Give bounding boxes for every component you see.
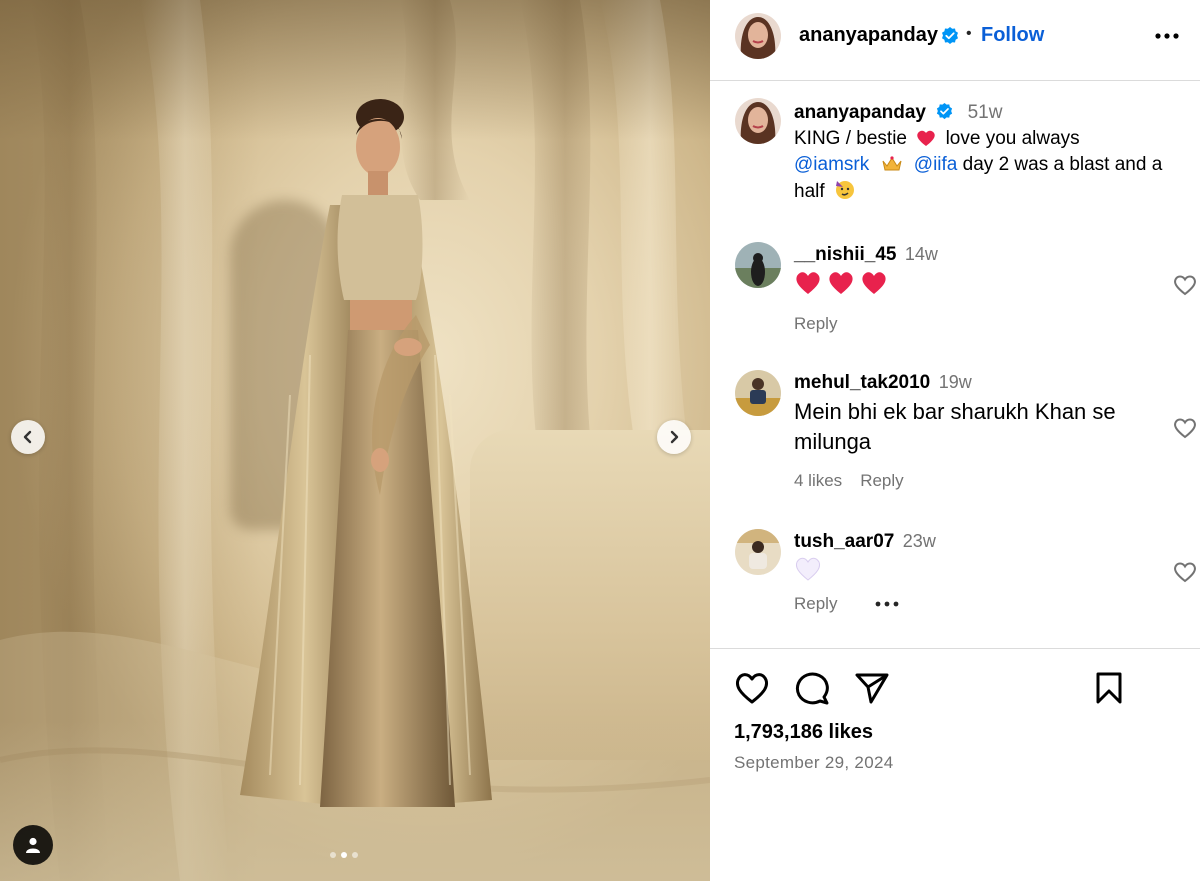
reply-button[interactable]: Reply (794, 594, 837, 614)
carousel-dot-active (341, 852, 347, 858)
chevron-right-icon (670, 430, 679, 444)
avatar-image (735, 370, 781, 416)
avatar-image (735, 13, 781, 59)
comment-likes-count[interactable]: 4 likes (794, 471, 842, 491)
comment-timestamp: 19w (938, 372, 972, 392)
post-details-panel: ananyapanday • Follow ananyapanday 51w K… (710, 0, 1200, 881)
comment-body: __nishii_45 14w Reply (794, 244, 1139, 334)
comment-text: Mein bhi ek bar sharukh Khan se milunga (794, 399, 1116, 454)
author-avatar[interactable] (735, 98, 781, 144)
verified-badge-icon (937, 102, 953, 120)
comment-text (794, 270, 1139, 300)
tagged-users-button[interactable] (13, 825, 53, 865)
more-horizontal-icon[interactable] (875, 600, 901, 608)
likes-count[interactable]: 1,793,186 likes (734, 721, 873, 744)
post-date[interactable]: September 29, 2024 (734, 753, 893, 773)
post-actions: 1,793,186 likes September 29, 2024 (710, 648, 1200, 881)
carousel-dot (352, 852, 358, 858)
post-media[interactable] (0, 0, 710, 881)
comment-meta: Reply (794, 594, 1139, 614)
caption-text: ananyapanday 51w KING / bestie love you … (794, 100, 1189, 205)
comment-timestamp: 23w (902, 531, 936, 551)
comment-body: mehul_tak2010 19w Mein bhi ek bar sharuk… (794, 372, 1139, 491)
share-icon[interactable] (854, 671, 890, 705)
header-separator: • (966, 25, 972, 42)
red-heart-icon (796, 272, 886, 294)
comment-text (794, 556, 1139, 584)
reply-button[interactable]: Reply (860, 471, 903, 491)
chevron-left-icon (23, 430, 32, 444)
next-slide-button[interactable] (657, 420, 691, 454)
comment-body: tush_aar07 23w Reply (794, 531, 1139, 614)
heart-icon[interactable] (1173, 417, 1197, 439)
mention-link[interactable]: @iifa (914, 154, 958, 175)
avatar-image (735, 98, 781, 144)
bookmark-icon[interactable] (1094, 671, 1124, 705)
caption-username[interactable]: ananyapanday (794, 102, 926, 123)
comment-username[interactable]: __nishii_45 (794, 244, 896, 265)
partying-face-icon (835, 181, 854, 199)
comment-timestamp: 14w (904, 244, 938, 264)
commenter-avatar[interactable] (735, 529, 781, 575)
post-header: ananyapanday • Follow (710, 0, 1200, 81)
reply-button[interactable]: Reply (794, 314, 837, 334)
comment-username[interactable]: tush_aar07 (794, 531, 894, 552)
mention-link[interactable]: @iamsrk (794, 154, 869, 175)
draped-table (470, 430, 710, 760)
author-username[interactable]: ananyapanday (799, 24, 938, 47)
heart-icon[interactable] (1173, 274, 1197, 296)
crown-icon (882, 156, 902, 171)
verified-badge-icon (942, 27, 958, 44)
heart-icon[interactable] (1173, 561, 1197, 583)
caption-line-1-after: love you always (945, 128, 1080, 149)
comment-icon[interactable] (794, 671, 830, 705)
comment-meta: 4 likes Reply (794, 471, 1139, 491)
caption-line-1: KING / bestie (794, 128, 907, 149)
red-heart-icon (917, 130, 936, 146)
comment-meta: Reply (794, 314, 1139, 334)
more-horizontal-icon[interactable] (1154, 26, 1180, 46)
author-avatar[interactable] (735, 13, 781, 59)
caption-timestamp: 51w (967, 102, 1003, 123)
commenter-avatar[interactable] (735, 370, 781, 416)
heart-icon[interactable] (734, 671, 770, 705)
follow-button[interactable]: Follow (981, 24, 1044, 47)
carousel-indicator (330, 852, 358, 858)
previous-slide-button[interactable] (11, 420, 45, 454)
user-tag-icon (26, 837, 40, 853)
avatar-image (735, 242, 781, 288)
carousel-dot (330, 852, 336, 858)
white-heart-icon (795, 557, 821, 581)
commenter-avatar[interactable] (735, 242, 781, 288)
person-figure (240, 99, 492, 807)
comment-username[interactable]: mehul_tak2010 (794, 372, 930, 393)
avatar-image (735, 529, 781, 575)
